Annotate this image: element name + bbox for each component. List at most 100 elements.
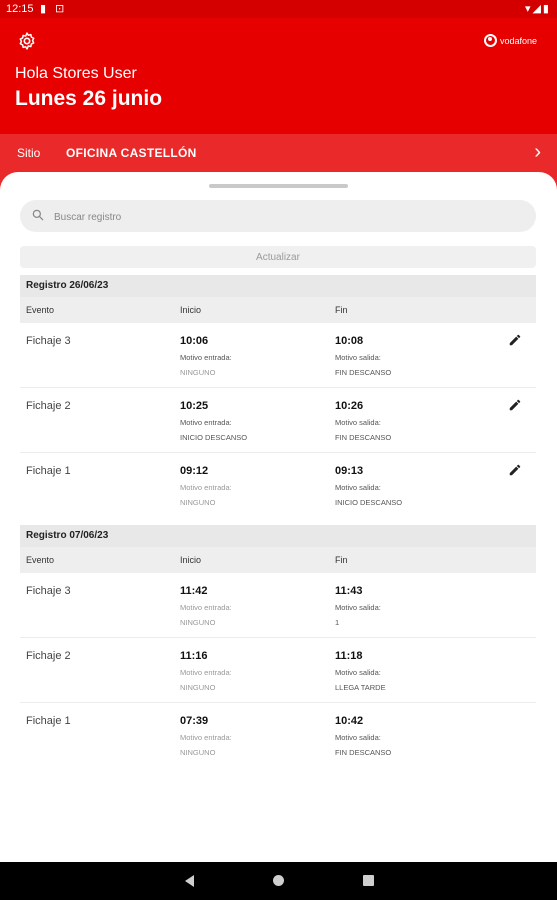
col-event: Evento: [26, 555, 55, 565]
brand-name: vodafone: [499, 35, 537, 46]
exit-reason-label: Motivo salida:: [335, 353, 381, 362]
recent-apps-icon[interactable]: [363, 875, 374, 886]
entry-reason: NINGUNO: [180, 748, 216, 757]
end-time: 11:43: [335, 585, 363, 597]
column-headers: Evento Inicio Fin: [20, 547, 536, 573]
event-name: Fichaje 2: [26, 400, 71, 412]
update-button[interactable]: Actualizar: [20, 246, 536, 268]
col-end: Fin: [335, 555, 348, 565]
col-start: Inicio: [180, 555, 202, 565]
search-input[interactable]: [52, 200, 526, 234]
end-time: 10:42: [335, 715, 364, 727]
exit-reason-label: Motivo salida:: [335, 418, 381, 427]
col-start: Inicio: [180, 305, 202, 315]
entry-reason: NINGUNO: [180, 683, 216, 692]
entry-reason-label: Motivo entrada:: [180, 353, 232, 362]
start-cell: 07:39 Motivo entrada: NINGUNO: [180, 715, 232, 757]
edit-pencil-icon[interactable]: [508, 463, 522, 477]
home-icon[interactable]: [273, 875, 284, 886]
start-time: 07:39: [180, 715, 209, 727]
exit-reason-label: Motivo salida:: [335, 668, 381, 677]
notification-icon: ⊡: [55, 3, 65, 15]
event-name: Fichaje 2: [26, 650, 71, 662]
event-name: Fichaje 3: [26, 585, 71, 597]
exit-reason-label: Motivo salida:: [335, 733, 381, 742]
exit-reason: 1: [335, 618, 340, 627]
system-nav-bar: [0, 862, 557, 900]
exit-reason: FIN DESCANSO: [335, 368, 392, 377]
end-cell: 10:42 Motivo salida: FIN DESCANSO: [335, 715, 391, 757]
entry-reason: NINGUNO: [180, 368, 216, 377]
exit-reason: FIN DESCANSO: [335, 433, 392, 442]
site-selector[interactable]: Sitio OFICINA CASTELLÓN ›: [0, 134, 557, 172]
start-cell: 09:12 Motivo entrada: NINGUNO: [180, 465, 232, 507]
back-icon[interactable]: [185, 875, 194, 887]
entry-reason: NINGUNO: [180, 618, 216, 627]
col-event: Evento: [26, 305, 55, 315]
entry-reason-label: Motivo entrada:: [180, 603, 232, 612]
end-cell: 11:18 Motivo salida: LLEGA TARDE: [335, 650, 386, 692]
table-row: Fichaje 2 10:25 Motivo entrada: INICIO D…: [20, 388, 536, 453]
start-time: 11:16: [180, 650, 208, 662]
end-cell: 11:43 Motivo salida: 1: [335, 585, 381, 627]
settings-gear-icon[interactable]: [17, 31, 37, 51]
entry-reason: INICIO DESCANSO: [180, 433, 248, 442]
start-time: 09:12: [180, 465, 209, 477]
vodafone-logo: vodafone: [483, 34, 537, 47]
event-name: Fichaje 1: [26, 465, 71, 477]
event-name: Fichaje 1: [26, 715, 71, 727]
end-cell: 10:08 Motivo salida: FIN DESCANSO: [335, 335, 391, 377]
vodafone-logo-icon: [483, 34, 497, 47]
record-group: Registro 07/06/23 Evento Inicio Fin Fich…: [20, 525, 536, 767]
entry-reason-label: Motivo entrada:: [180, 483, 232, 492]
start-cell: 10:25 Motivo entrada: INICIO DESCANSO: [180, 400, 247, 442]
site-label: Sitio: [17, 146, 41, 160]
table-row: Fichaje 1 07:39 Motivo entrada: NINGUNO …: [20, 703, 536, 767]
end-time: 10:26: [335, 400, 364, 412]
end-cell: 09:13 Motivo salida: INICIO DESCANSO: [335, 465, 402, 507]
group-title: Registro 07/06/23: [20, 525, 536, 547]
start-cell: 10:06 Motivo entrada: NINGUNO: [180, 335, 232, 377]
end-time: 10:08: [335, 335, 364, 347]
chevron-right-icon: ›: [534, 141, 541, 163]
table-row: Fichaje 1 09:12 Motivo entrada: NINGUNO …: [20, 453, 536, 517]
exit-reason: INICIO DESCANSO: [335, 498, 403, 507]
search-icon: [32, 209, 44, 221]
signal-battery-icons: ▾◢▮: [524, 3, 551, 15]
end-time: 09:13: [335, 465, 364, 477]
table-row: Fichaje 3 10:06 Motivo entrada: NINGUNO …: [20, 323, 536, 388]
status-bar: 12:15 ▮ ⊡ ▾◢▮: [0, 0, 557, 18]
start-cell: 11:42 Motivo entrada: NINGUNO: [180, 585, 232, 627]
exit-reason-label: Motivo salida:: [335, 483, 381, 492]
table-row: Fichaje 2 11:16 Motivo entrada: NINGUNO …: [20, 638, 536, 703]
start-time: 10:06: [180, 335, 209, 347]
start-cell: 11:16 Motivo entrada: NINGUNO: [180, 650, 232, 692]
app-header: vodafone Hola Stores User Lunes 26 junio: [0, 18, 557, 134]
table-row: Fichaje 3 11:42 Motivo entrada: NINGUNO …: [20, 573, 536, 638]
record-group: Registro 26/06/23 Evento Inicio Fin Fich…: [20, 275, 536, 517]
search-bar[interactable]: [20, 200, 536, 234]
entry-reason-label: Motivo entrada:: [180, 733, 232, 742]
entry-reason-label: Motivo entrada:: [180, 668, 232, 677]
edit-pencil-icon[interactable]: [508, 333, 522, 347]
status-time: 12:15: [6, 3, 34, 15]
exit-reason: FIN DESCANSO: [335, 748, 392, 757]
end-time: 11:18: [335, 650, 363, 662]
group-title: Registro 26/06/23: [20, 275, 536, 297]
drag-handle[interactable]: [209, 184, 348, 188]
entry-reason-label: Motivo entrada:: [180, 418, 232, 427]
exit-reason-label: Motivo salida:: [335, 603, 381, 612]
exit-reason: LLEGA TARDE: [335, 683, 386, 692]
end-cell: 10:26 Motivo salida: FIN DESCANSO: [335, 400, 391, 442]
date-title: Lunes 26 junio: [15, 87, 163, 110]
entry-reason: NINGUNO: [180, 498, 216, 507]
site-value: OFICINA CASTELLÓN: [66, 146, 197, 160]
sim-icon: ▮: [40, 3, 47, 15]
start-time: 11:42: [180, 585, 208, 597]
records-sheet: Actualizar Registro 26/06/23 Evento Inic…: [0, 172, 557, 862]
column-headers: Evento Inicio Fin: [20, 297, 536, 323]
start-time: 10:25: [180, 400, 209, 412]
edit-pencil-icon[interactable]: [508, 398, 522, 412]
col-end: Fin: [335, 305, 348, 315]
event-name: Fichaje 3: [26, 335, 71, 347]
